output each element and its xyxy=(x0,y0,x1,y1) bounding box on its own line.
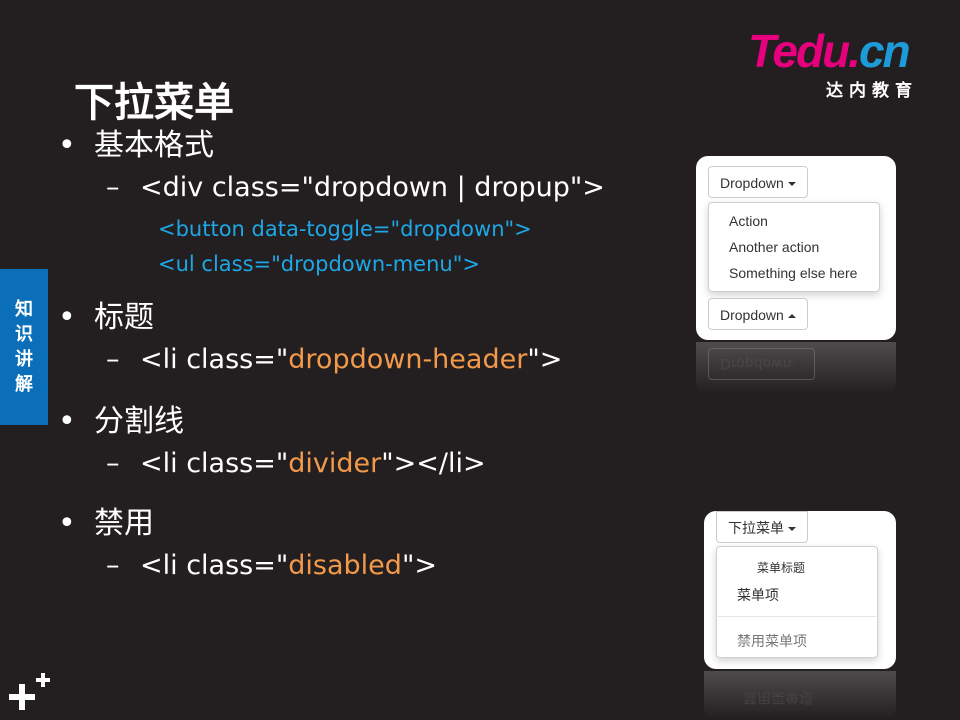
tedu-logo-subtitle: 达内教育 xyxy=(826,81,918,101)
bullet-disabled: • 禁用 xyxy=(58,498,154,542)
bullet-header: • 标题 xyxy=(58,292,154,336)
menu-item[interactable]: 菜单项 xyxy=(737,585,779,605)
bullet-icon: • xyxy=(58,506,76,541)
dropdown-button-label: Dropdown xyxy=(720,175,784,191)
menu-states-demo-panel: 下拉菜单 菜单标题 菜单项 禁用菜单项 xyxy=(704,511,896,669)
sub-disabled-post: "> xyxy=(401,550,437,581)
dropdown-demo-reflection: Dropdown xyxy=(696,342,896,394)
menu-item-something-else[interactable]: Something else here xyxy=(729,265,857,281)
dropup-button[interactable]: Dropdown xyxy=(708,298,808,330)
dash-icon: – xyxy=(106,172,120,203)
bullet-icon: • xyxy=(58,404,76,439)
caret-up-icon xyxy=(787,314,796,319)
menu-states-reflection: 禁用菜单项 xyxy=(704,671,896,719)
menu-item-another-action[interactable]: Another action xyxy=(729,239,819,255)
side-tab-char: 识 xyxy=(15,324,33,345)
sub-basic-text: <div class="dropdown | dropup"> xyxy=(140,172,605,203)
sub-disabled-pre: <li class=" xyxy=(140,550,289,581)
caret-down-icon xyxy=(787,182,796,187)
sub-divider: – <li class="divider"></li> xyxy=(106,448,486,479)
dropdown-demo-panel: Dropdown Action Another action Something… xyxy=(696,156,896,340)
menu-item-disabled: 禁用菜单项 xyxy=(737,633,807,649)
bullet-disabled-text: 禁用 xyxy=(94,506,154,541)
knowledge-side-tab: 知 识 讲 解 xyxy=(0,269,48,425)
sub-disabled-value: disabled xyxy=(288,550,402,581)
dash-icon: – xyxy=(106,344,120,375)
menu-divider xyxy=(718,616,876,617)
sub-header: – <li class="dropdown-header"> xyxy=(106,344,562,375)
sub-basic: – <div class="dropdown | dropup"> xyxy=(106,172,605,203)
bullet-basic: • 基本格式 xyxy=(58,120,214,164)
menu-header: 菜单标题 xyxy=(757,561,806,575)
plus-logo-icon xyxy=(9,673,50,710)
chinese-dropdown-button[interactable]: 下拉菜单 xyxy=(716,511,808,543)
caret-up-icon xyxy=(795,361,804,365)
sub-divider-pre: <li class=" xyxy=(140,448,289,479)
sub-disabled: – <li class="disabled"> xyxy=(106,550,437,581)
reflection-button: Dropdown xyxy=(708,348,816,380)
sub-header-pre: <li class=" xyxy=(140,344,289,375)
dropdown-button[interactable]: Dropdown xyxy=(708,166,808,198)
tedu-logo: Tedu.cn 达内教育 xyxy=(748,25,928,101)
dropup-button-label: Dropdown xyxy=(720,307,784,323)
bullet-basic-text: 基本格式 xyxy=(94,128,214,163)
sub-divider-post: "></li> xyxy=(381,448,486,479)
reflection-disabled-label: 禁用菜单项 xyxy=(743,689,813,705)
chinese-dropdown-label: 下拉菜单 xyxy=(728,520,784,536)
sub-header-value: dropdown-header xyxy=(288,344,528,375)
dash-icon: – xyxy=(106,550,120,581)
bullet-icon: • xyxy=(58,128,76,163)
caret-down-icon xyxy=(788,527,796,532)
menu-item-action[interactable]: Action xyxy=(729,213,768,229)
dropdown-menu: Action Another action Something else her… xyxy=(708,202,880,292)
tedu-logo-wordmark: Tedu.cn xyxy=(748,25,911,77)
bullet-icon: • xyxy=(58,300,76,335)
bullet-divider-text: 分割线 xyxy=(94,404,184,439)
dash-icon: – xyxy=(106,448,120,479)
bullet-header-text: 标题 xyxy=(94,300,154,335)
side-tab-char: 解 xyxy=(15,374,33,395)
sub-header-post: "> xyxy=(527,344,563,375)
code-button-toggle: <button data-toggle="dropdown"> xyxy=(158,217,532,241)
side-tab-char: 知 xyxy=(15,299,33,320)
sub-divider-value: divider xyxy=(288,448,382,479)
side-tab-char: 讲 xyxy=(15,349,33,370)
chinese-dropdown-menu: 菜单标题 菜单项 禁用菜单项 xyxy=(716,546,878,658)
bullet-divider: • 分割线 xyxy=(58,396,184,440)
code-ul-menu: <ul class="dropdown-menu"> xyxy=(158,252,480,276)
reflection-button-label: Dropdown xyxy=(720,355,792,371)
